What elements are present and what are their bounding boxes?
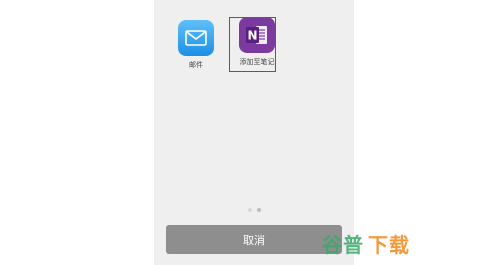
page-dot (247, 208, 252, 212)
highlight-box (229, 17, 276, 72)
watermark-logo: 谷普 下载 (322, 229, 410, 258)
cancel-button[interactable]: 取消 (166, 225, 342, 254)
mail-app-label: 邮件 (189, 61, 203, 69)
page-dot-active (256, 208, 261, 212)
share-sheet-page: 邮件 N 添加至笔记 取消 谷普 下载 (0, 0, 502, 265)
mail-icon (178, 20, 214, 56)
watermark-text-2: 下载 (368, 233, 410, 257)
mail-app-button[interactable]: 邮件 (170, 20, 222, 69)
watermark-text-1: 谷普 (322, 233, 364, 257)
page-indicator (154, 208, 354, 212)
